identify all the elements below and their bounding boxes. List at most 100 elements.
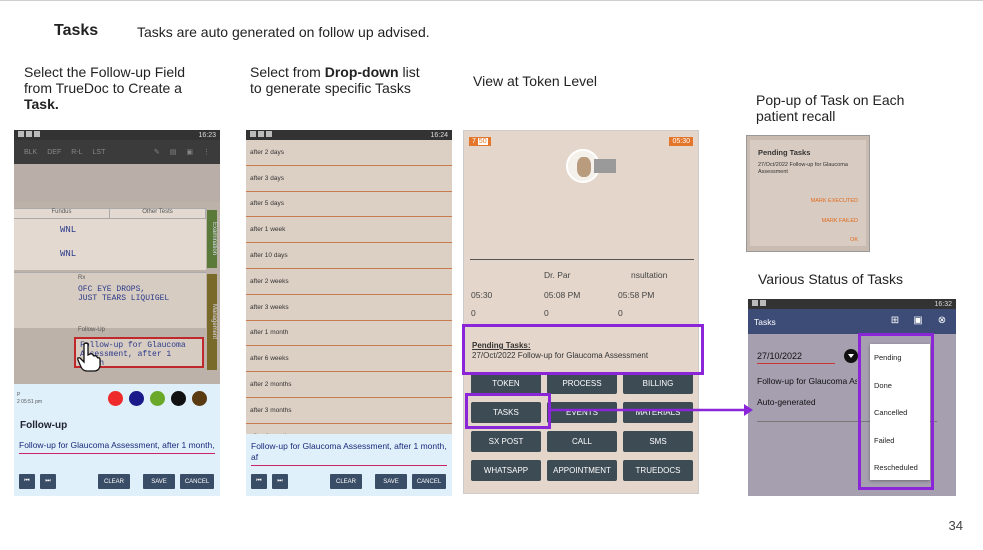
task-date-field[interactable]: 27/10/2022 — [757, 351, 835, 364]
status-time: 16:23 — [198, 131, 216, 139]
clear-button[interactable]: CLEAR — [330, 474, 362, 489]
color-swatch-green[interactable] — [150, 391, 165, 406]
app-bar: Tasks ⊞ ▣ ⊗ — [748, 309, 956, 334]
pending-task-popup: Pending Tasks 27/Oct/2022 Follow-up for … — [746, 135, 870, 252]
option-item[interactable]: after 2 weeks — [246, 269, 452, 295]
save-button[interactable]: SAVE — [375, 474, 407, 489]
option-item[interactable]: after 6 weeks — [246, 346, 452, 373]
page-title: Tasks — [54, 22, 99, 39]
add-icon[interactable]: ⊞ — [889, 315, 901, 327]
billing-button[interactable]: BILLING — [623, 373, 693, 394]
process-button[interactable]: PROCESS — [547, 373, 617, 394]
side-tab-examination[interactable]: Examination — [207, 210, 217, 268]
more-icon[interactable]: ⋮ — [203, 148, 210, 156]
examination-grid: Fundus Other Tests WNL WNL — [14, 208, 206, 270]
sms-button[interactable]: SMS — [623, 431, 693, 452]
followup-text-input[interactable]: Follow-up for Glaucoma Assessment, after… — [251, 441, 447, 466]
close-icon[interactable]: ⊗ — [936, 315, 948, 327]
time-badge: 05:30 — [669, 137, 693, 146]
whatsapp-button[interactable]: WHATSAPP — [471, 460, 541, 481]
status-time: 16:32 — [934, 300, 952, 308]
caption-2-line-1: Select from Drop-down list — [250, 64, 420, 80]
status-time: 16:24 — [430, 131, 448, 139]
caption-4-line-1: Pop-up of Task on Each — [756, 92, 905, 108]
cancel-button[interactable]: CANCEL — [412, 474, 446, 489]
option-item[interactable]: after 3 weeks — [246, 295, 452, 321]
ok-button[interactable]: OK — [850, 237, 858, 243]
sx-post-button[interactable]: SX POST — [471, 431, 541, 452]
popup-dialog: Pending Tasks 27/Oct/2022 Follow-up for … — [750, 140, 866, 246]
page-number: 34 — [948, 518, 963, 533]
followup-options-list: after 2 days after 3 days after 5 days a… — [246, 140, 452, 450]
caption-5: Various Status of Tasks — [758, 271, 903, 287]
color-swatch-red[interactable] — [108, 391, 123, 406]
caption-4: Pop-up of Task on Each patient recall — [756, 92, 904, 124]
color-palette — [108, 391, 207, 406]
option-item[interactable]: after 2 days — [246, 140, 452, 166]
tasks-button-highlight — [465, 393, 551, 429]
wnl-value-1: WNL — [60, 225, 77, 235]
color-swatch-blue[interactable] — [129, 391, 144, 406]
toolbar-def[interactable]: DEF — [47, 149, 61, 156]
option-item[interactable]: after 1 month — [246, 321, 452, 347]
count-value: 0 — [471, 308, 476, 318]
save-icon[interactable]: ▣ — [912, 315, 924, 327]
appointment-button[interactable]: APPOINTMENT — [547, 460, 617, 481]
toolbar-rl[interactable]: R-L — [71, 149, 82, 156]
option-item[interactable]: after 2 months — [246, 372, 452, 398]
top-divider — [0, 0, 983, 1]
print-icon[interactable]: ▤ — [170, 148, 177, 156]
page-subtitle: Tasks are auto generated on follow up ad… — [137, 24, 430, 40]
caption-1: Select the Follow-up Field from TrueDoc … — [24, 64, 185, 112]
time-value: 05:58 PM — [618, 290, 655, 300]
chevron-down-icon[interactable] — [844, 349, 858, 363]
consultation-header: nsultation — [631, 270, 668, 280]
screen-token-level: 7 50 05:30 Dr. Par nsultation 05:30 05:0… — [463, 130, 699, 494]
toolbar-lst[interactable]: LST — [93, 149, 106, 156]
cancel-button[interactable]: CANCEL — [180, 474, 214, 489]
skip-back-icon[interactable]: ⏮ — [251, 474, 267, 489]
color-swatch-brown[interactable] — [192, 391, 207, 406]
count-value: 0 — [544, 308, 549, 318]
caption-1-line-3: Task. — [24, 96, 59, 112]
popup-body: 27/Oct/2022 Follow-up for Glaucoma Asses… — [758, 162, 848, 175]
mark-executed-button[interactable]: MARK EXECUTED — [811, 198, 858, 204]
skip-forward-icon[interactable]: ⏭ — [272, 474, 288, 489]
option-item[interactable]: after 3 days — [246, 166, 452, 192]
token-button[interactable]: TOKEN — [471, 373, 541, 394]
mark-failed-button[interactable]: MARK FAILED — [822, 218, 858, 224]
wnl-value-2: WNL — [60, 249, 77, 259]
patient-header-blurred — [14, 164, 220, 202]
truedocs-button[interactable]: TRUEDOCS — [623, 460, 693, 481]
task-description: Follow-up for Glaucoma Ass — [757, 376, 857, 386]
pen-icon[interactable]: ✎ — [154, 148, 160, 156]
option-item[interactable]: after 10 days — [246, 243, 452, 269]
status-bar: 16:23 — [14, 130, 220, 140]
status-bar: 16:24 — [246, 130, 452, 140]
skip-back-icon[interactable]: ⏮ — [19, 474, 35, 489]
followup-heading: Follow-up — [20, 420, 68, 431]
side-tab-management[interactable]: Management — [207, 274, 217, 370]
option-item[interactable]: after 1 week — [246, 217, 452, 244]
clear-button[interactable]: CLEAR — [98, 474, 130, 489]
screen-dropdown: 16:24 after 2 days after 3 days after 5 … — [246, 130, 452, 496]
hand-pointer-icon — [77, 342, 101, 372]
grid-header-other-tests: Other Tests — [110, 209, 206, 218]
screen-truedoc-followup: 16:23 BLK DEF R-L LST ✎ ▤ ▣ ⋮ Fundus Oth… — [14, 130, 220, 496]
skip-forward-icon[interactable]: ⏭ — [40, 474, 56, 489]
caption-2-line-2: to generate specific Tasks — [250, 80, 411, 96]
save-icon[interactable]: ▣ — [186, 148, 193, 156]
toolbar-blk[interactable]: BLK — [24, 149, 37, 156]
call-button[interactable]: CALL — [547, 431, 617, 452]
pending-tasks-highlight — [462, 324, 704, 375]
save-button[interactable]: SAVE — [143, 474, 175, 489]
arrow-icon — [550, 404, 753, 416]
caption-4-line-2: patient recall — [756, 108, 836, 124]
token-badge: 7 50 — [469, 137, 491, 146]
time-value: 05:08 PM — [544, 290, 581, 300]
followup-editor: P 2 05:51 pm Follow-up Follow-up for Gla… — [14, 384, 220, 496]
option-item[interactable]: after 5 days — [246, 192, 452, 218]
option-item[interactable]: after 3 months — [246, 398, 452, 424]
color-swatch-black[interactable] — [171, 391, 186, 406]
followup-text-input[interactable]: Follow-up for Glaucoma Assessment, after… — [19, 440, 215, 454]
